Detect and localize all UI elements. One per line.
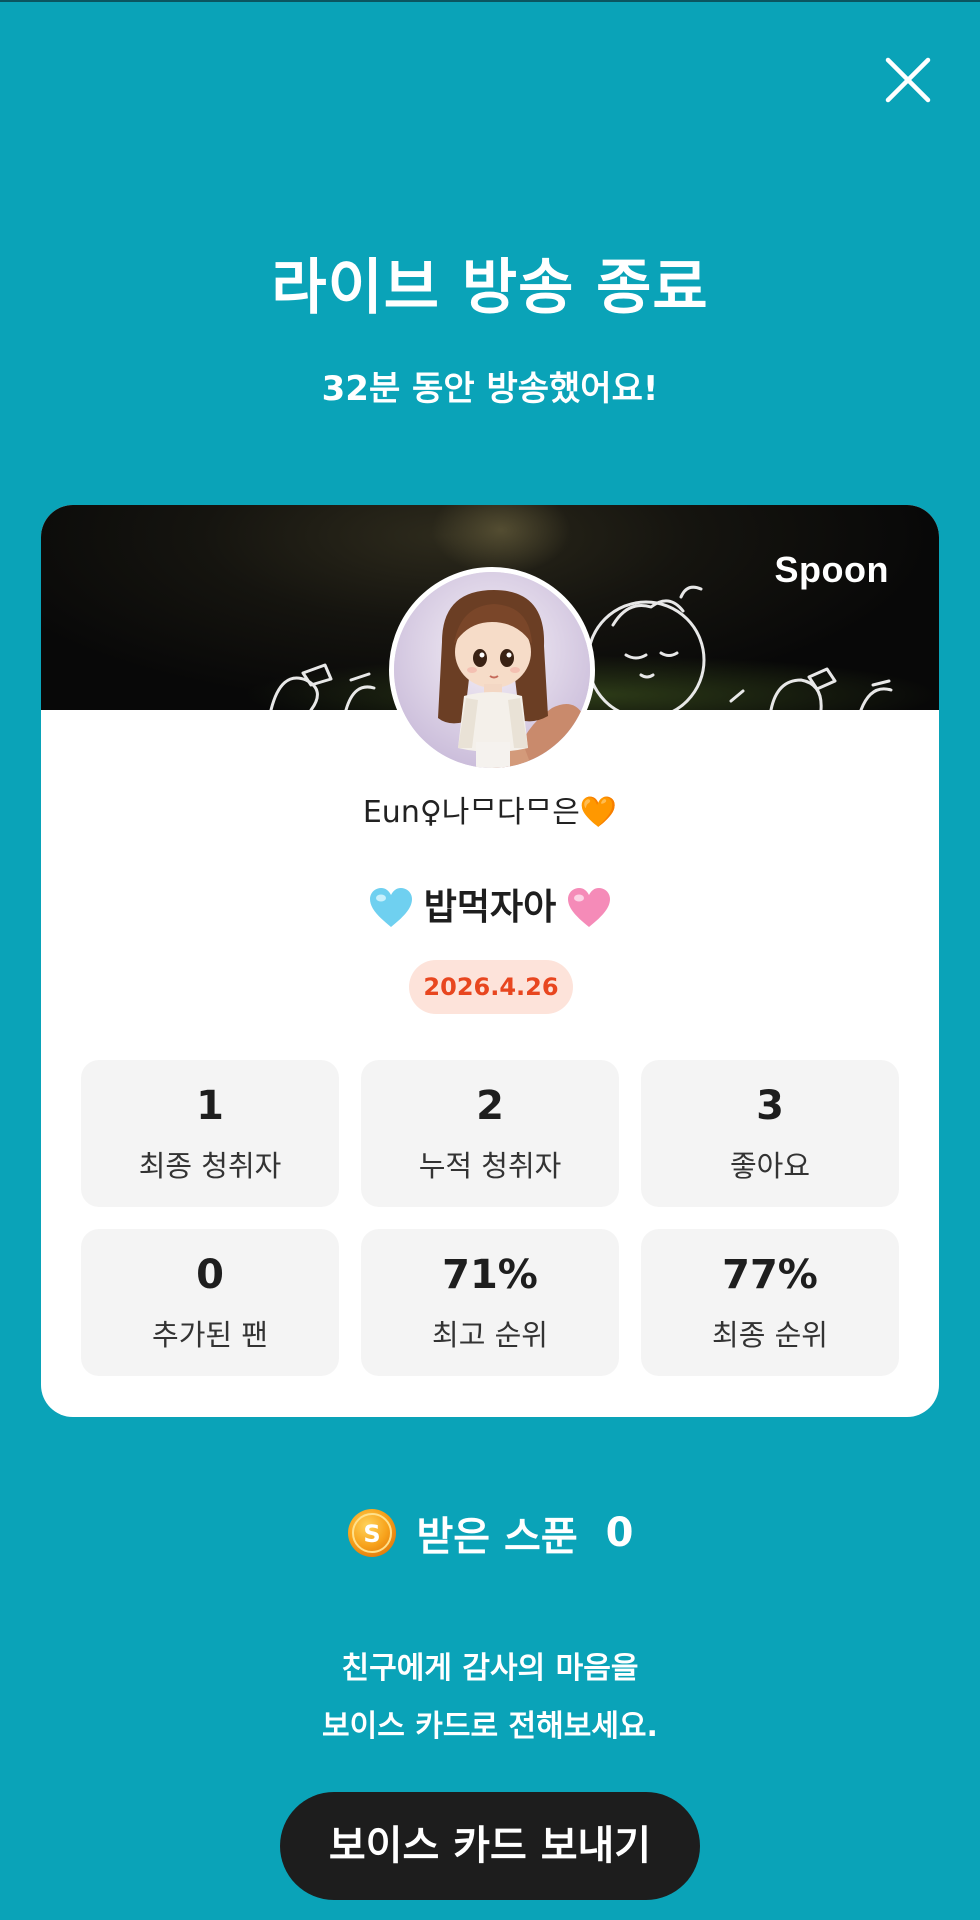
stat-label: 추가된 팬 [152,1318,268,1352]
voice-card-prompt: 친구에게 감사의 마음을 보이스 카드로 전해보세요. [0,1640,980,1756]
stat-added-fans: 0 추가된 팬 [81,1229,339,1376]
spoon-brand-logo: Spoon [774,549,889,590]
stat-value: 0 [196,1252,224,1298]
stat-likes: 3 좋아요 [641,1060,899,1207]
send-voice-card-button[interactable]: 보이스 카드 보내기 [280,1792,700,1900]
voice-card-prompt-line2: 보이스 카드로 전해보세요. [322,1709,658,1744]
close-button[interactable] [880,52,936,108]
received-spoons-label: 받은 스푼 [416,1514,578,1560]
stat-value: 1 [196,1083,224,1129]
svg-text:S: S [363,1520,380,1548]
broadcast-duration: 32분 동안 방송했어요! [321,369,659,409]
stat-label: 누적 청취자 [418,1149,562,1183]
stat-label: 최종 청취자 [138,1149,282,1183]
broadcast-date-badge: 2026.4.26 [409,960,573,1014]
stat-label: 최종 순위 [712,1318,828,1352]
received-spoons-count: 0 [605,1510,634,1556]
top-status-line [0,0,980,2]
page-title: 라이브 방송 종료 [271,253,709,323]
stream-title-row: 밥먹자아 [41,883,939,933]
broadcast-summary-card: Spoon Eun♀나ᄆ다ᄆ은🧡 밥먹자아 2026.4.26 1 최종 청취자… [41,505,939,1417]
pink-heart-icon [568,888,611,927]
spoon-coin-icon: S [347,1509,396,1557]
username: Eun♀나ᄆ다ᄆ은🧡 [362,795,618,830]
stat-label: 최고 순위 [432,1318,548,1352]
received-spoons: S 받은 스푼 0 [0,1504,980,1562]
stat-value: 77% [722,1252,818,1298]
stats-grid: 1 최종 청취자 2 누적 청취자 3 좋아요 0 추가된 팬 71% 최고 순… [81,1060,899,1376]
stat-value: 71% [442,1252,538,1298]
profile-figure-image [394,572,590,768]
stat-value: 2 [476,1083,504,1129]
voice-card-prompt-line1: 친구에게 감사의 마음을 [341,1651,639,1686]
close-icon [885,57,931,103]
stat-final-rank: 77% 최종 순위 [641,1229,899,1376]
stream-title: 밥먹자아 [423,887,557,928]
avatar[interactable] [389,567,595,773]
stat-total-listeners: 2 누적 청취자 [361,1060,619,1207]
stat-label: 좋아요 [729,1149,811,1183]
stat-best-rank: 71% 최고 순위 [361,1229,619,1376]
stat-value: 3 [756,1083,784,1129]
stat-final-listeners: 1 최종 청취자 [81,1060,339,1207]
blue-heart-icon [369,888,412,927]
